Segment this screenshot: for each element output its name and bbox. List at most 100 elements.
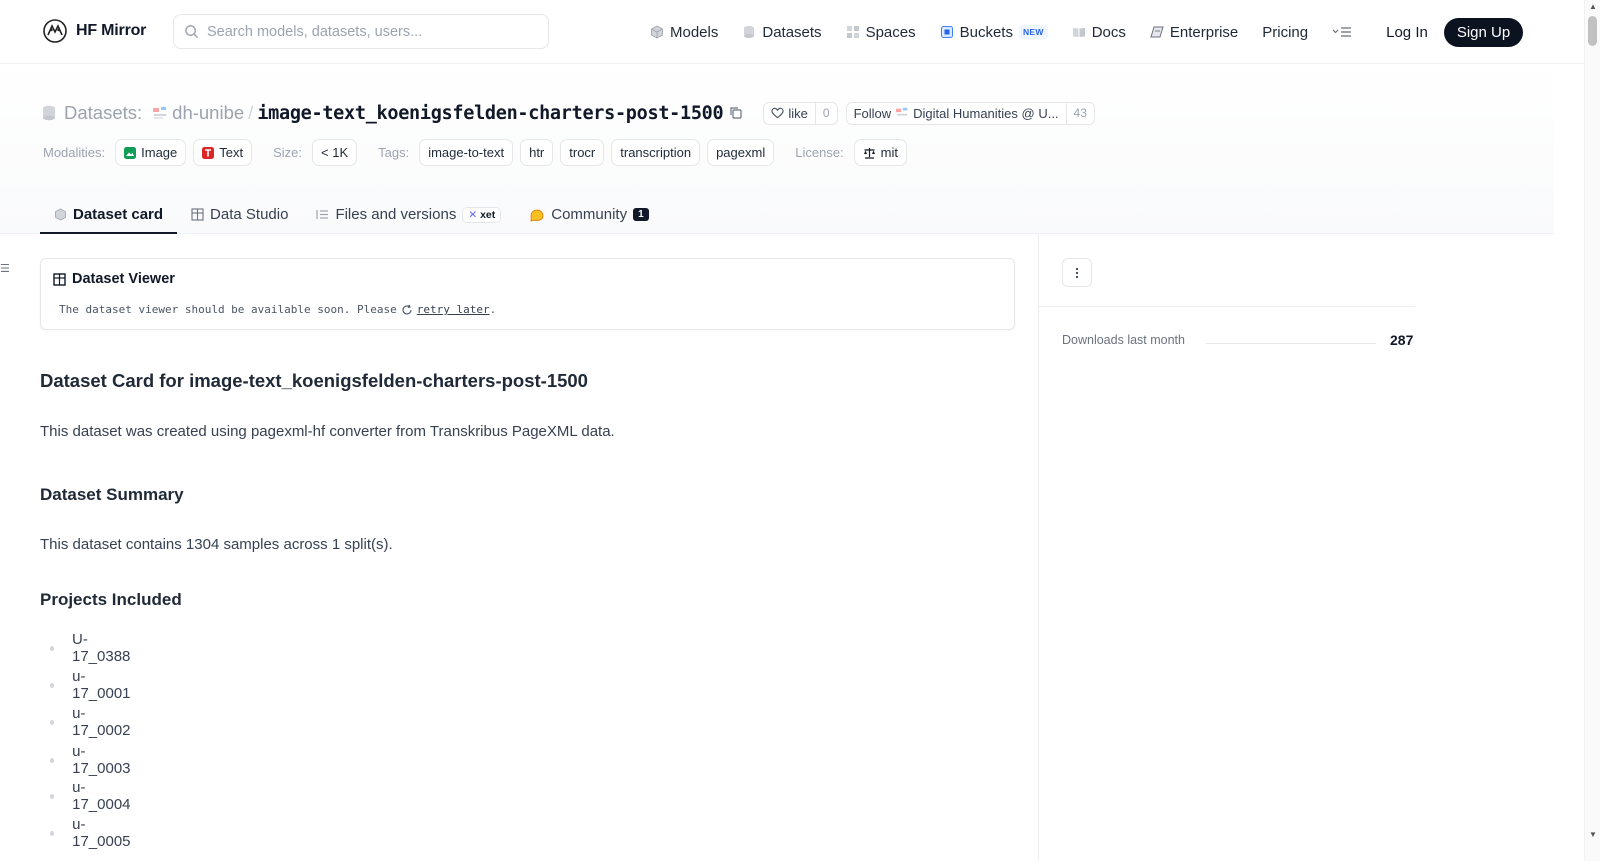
tag-chip[interactable]: image-to-text (419, 139, 514, 166)
sidebar-divider (1038, 234, 1039, 861)
retry-later-link[interactable]: retry later (417, 303, 490, 316)
nav-datasets[interactable]: Datasets (742, 23, 822, 41)
search-box[interactable] (173, 14, 549, 49)
repo-path-separator: / (248, 102, 254, 123)
card-title: Dataset Card for image-text_koenigsfelde… (40, 370, 588, 391)
like-count[interactable]: 0 (814, 102, 837, 124)
page-scrollbar[interactable]: ▲ ▼ (1584, 0, 1600, 861)
repo-org-link[interactable]: dh-unibe (172, 102, 244, 124)
community-icon (530, 209, 544, 222)
repo-name[interactable]: image-text_koenigsfelden-charters-post-1… (257, 103, 723, 124)
project-name: u-17_0001 (72, 668, 131, 702)
dataset-viewer-message: The dataset viewer should be available s… (59, 303, 496, 316)
nav-spaces[interactable]: Spaces (846, 24, 916, 41)
modality-text-chip[interactable]: Text (193, 139, 253, 166)
logo-text: HF Mirror (76, 22, 147, 39)
like-button-main[interactable]: like (764, 103, 815, 124)
org-avatar-icon (153, 107, 167, 119)
more-menu-icon (1332, 27, 1352, 37)
hf-mirror-logo-icon (43, 19, 67, 43)
nav-docs-label: Docs (1091, 23, 1126, 41)
license-chip[interactable]: mit (853, 139, 907, 166)
summary-text: This dataset contains 1304 samples acros… (40, 536, 393, 553)
nav-models[interactable]: Models (650, 24, 718, 41)
search-input[interactable] (207, 23, 527, 40)
list-item: u-17_0004 (40, 779, 131, 813)
tab-community[interactable]: Community 1 (515, 195, 662, 234)
tab-dataset-card[interactable]: Dataset card (40, 195, 178, 234)
image-icon (124, 146, 137, 159)
cube-icon (55, 208, 66, 221)
nav-datasets-label: Datasets (762, 23, 822, 41)
project-name: u-17_0004 (72, 779, 131, 813)
nav-buckets[interactable]: Buckets NEW (940, 24, 1048, 41)
downloads-sparkline (1206, 343, 1376, 344)
tab-files-label: Files and versions (335, 206, 457, 223)
retry-icon (402, 304, 412, 314)
xet-icon: ✕ (468, 208, 478, 221)
follow-button-main[interactable]: Follow Digital Humanities @ U... (847, 103, 1066, 124)
tag-chip[interactable]: htr (520, 139, 554, 166)
repo-header: Datasets: dh-unibe / image-text_koenigsf… (0, 64, 1554, 234)
follower-count[interactable]: 43 (1065, 102, 1094, 124)
enterprise-icon (1150, 26, 1164, 38)
list-item: u-17_0005 (40, 816, 131, 850)
dataset-viewer-panel: Dataset Viewer The dataset viewer should… (40, 258, 1015, 330)
table-of-contents-toggle-icon[interactable]: ☰ (0, 262, 10, 275)
tab-data-studio-label: Data Studio (210, 206, 289, 223)
dataset-viewer-title: Dataset Viewer (53, 271, 175, 287)
like-button[interactable]: like 0 (763, 101, 838, 125)
nav-enterprise[interactable]: Enterprise (1150, 24, 1238, 41)
scale-icon (863, 147, 875, 159)
new-badge: NEW (1018, 25, 1048, 39)
tag-chip[interactable]: pagexml (707, 139, 775, 166)
signup-button[interactable]: Sign Up (1443, 17, 1524, 47)
scroll-thumb[interactable] (1588, 16, 1597, 46)
login-link[interactable]: Log In (1386, 24, 1428, 41)
tab-data-studio[interactable]: Data Studio (177, 195, 302, 234)
modality-text-label: Text (219, 145, 244, 160)
project-name: u-17_0005 (72, 816, 131, 850)
table-icon (191, 208, 204, 221)
nav-spaces-label: Spaces (865, 23, 916, 41)
repo-type-label: Datasets: (64, 102, 143, 123)
list-item: u-17_0002 (40, 705, 131, 739)
database-icon (744, 26, 755, 38)
tag-chip[interactable]: transcription (611, 139, 701, 166)
tab-files-and-versions[interactable]: Files and versions ✕ xet (302, 195, 515, 234)
scroll-up-arrow-icon[interactable]: ▲ (1589, 2, 1597, 11)
nav-pricing[interactable]: Pricing (1262, 24, 1308, 41)
heart-icon (771, 107, 784, 119)
org-avatar-icon (896, 107, 908, 116)
kebab-menu-icon (1075, 267, 1079, 278)
more-menu-button[interactable] (1332, 26, 1352, 38)
book-icon (1072, 28, 1085, 37)
size-label: Size: (273, 145, 303, 160)
viewer-message-text: The dataset viewer should be available s… (59, 303, 397, 316)
card-intro: This dataset was created using pagexml-h… (40, 423, 615, 440)
follow-button[interactable]: Follow Digital Humanities @ U... 43 (845, 101, 1095, 125)
list-item: U-17_0388 (40, 631, 131, 665)
more-options-button[interactable] (1062, 258, 1092, 287)
list-item: u-17_0003 (40, 743, 131, 777)
copy-icon[interactable] (729, 106, 743, 120)
follow-org-name: Digital Humanities @ U... (913, 105, 1059, 121)
nav-buckets-label: Buckets (959, 23, 1013, 41)
xet-badge: ✕ xet (462, 206, 502, 223)
size-chip[interactable]: < 1K (312, 139, 358, 166)
modality-image-chip[interactable]: Image (115, 139, 187, 166)
tag-label: htr (529, 145, 545, 160)
list-item: u-17_0001 (40, 668, 131, 702)
tags-label: Tags: (378, 145, 410, 160)
tab-community-label: Community (551, 206, 628, 223)
sidebar-separator (1039, 306, 1415, 307)
summary-heading: Dataset Summary (40, 485, 184, 504)
scroll-down-arrow-icon[interactable]: ▼ (1589, 830, 1597, 839)
tag-chip[interactable]: trocr (560, 139, 605, 166)
xet-badge-label: xet (480, 208, 496, 221)
main-nav: Models Datasets Spaces Buckets NEW Docs … (650, 17, 1524, 47)
logo[interactable]: HF Mirror (42, 18, 146, 44)
tag-label: pagexml (716, 145, 766, 160)
cube-icon (651, 25, 663, 39)
nav-docs[interactable]: Docs (1072, 24, 1126, 41)
